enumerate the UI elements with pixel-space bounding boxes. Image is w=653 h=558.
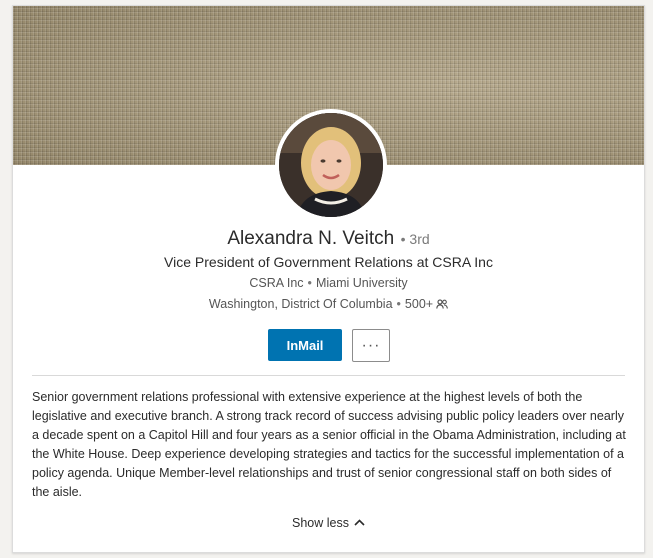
more-actions-button[interactable]: ···	[352, 329, 390, 362]
profile-name: Alexandra N. Veitch	[227, 228, 395, 249]
connections-count[interactable]: 500+	[405, 297, 433, 311]
profile-company-school: CSRA Inc • Miami University	[13, 276, 644, 290]
profile-card: Alexandra N. Veitch • 3rd Vice President…	[12, 5, 645, 553]
show-less-label: Show less	[292, 516, 349, 530]
show-less-button[interactable]: Show less	[13, 515, 644, 530]
inmail-button[interactable]: InMail	[268, 329, 342, 361]
separator-dot: •	[396, 297, 401, 311]
separator-dot: •	[307, 276, 312, 290]
profile-headline: Vice President of Government Relations a…	[164, 254, 493, 270]
name-row: Alexandra N. Veitch • 3rd	[13, 228, 644, 250]
profile-photo[interactable]	[275, 109, 387, 221]
connection-degree: • 3rd	[400, 231, 430, 247]
more-dots-icon: ···	[361, 336, 381, 354]
avatar	[279, 113, 383, 217]
profile-location-connections: Washington, District Of Columbia • 500+	[13, 297, 644, 312]
chevron-up-icon	[354, 515, 365, 529]
divider	[32, 375, 625, 376]
people-icon	[436, 298, 448, 312]
profile-school[interactable]: Miami University	[316, 276, 408, 290]
profile-company[interactable]: CSRA Inc	[249, 276, 303, 290]
profile-summary: Senior government relations professional…	[32, 390, 626, 499]
profile-location: Washington, District Of Columbia	[208, 297, 393, 311]
